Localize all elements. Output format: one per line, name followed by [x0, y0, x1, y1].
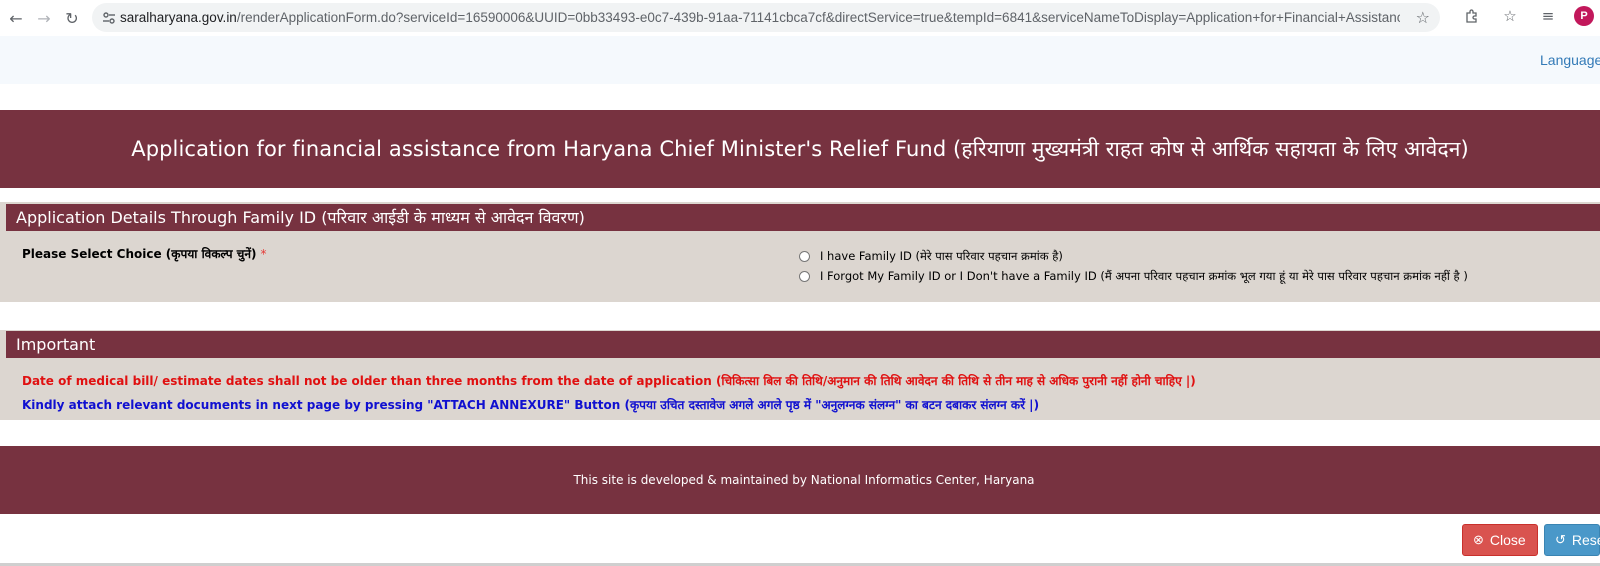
attach-annexure-note: Kindly attach relevant documents in next… — [22, 398, 1040, 412]
choice-label: Please Select Choice (कृपया विकल्प चुनें… — [22, 245, 266, 262]
browser-toolbar: ← → ↻ saralharyana.gov.in/renderApplicat… — [0, 0, 1600, 36]
required-asterisk: * — [260, 247, 267, 261]
address-bar[interactable]: saralharyana.gov.in/renderApplicationFor… — [92, 3, 1440, 32]
family-id-section-heading: Application Details Through Family ID (प… — [6, 204, 1600, 231]
radio-have-family-id[interactable] — [799, 251, 810, 262]
important-section: Important Date of medical bill/ estimate… — [0, 330, 1600, 420]
footer-text: This site is developed & maintained by N… — [573, 473, 1035, 487]
bookmark-star-icon[interactable]: ☆ — [1416, 8, 1430, 27]
site-footer: This site is developed & maintained by N… — [0, 446, 1600, 514]
choice-label-text: Please Select Choice (कृपया विकल्प चुनें… — [22, 247, 257, 261]
close-circle-icon: ⊗ — [1473, 532, 1484, 547]
forward-arrow-icon[interactable]: → — [30, 4, 58, 32]
url-path: /renderApplicationForm.do?serviceId=1659… — [236, 10, 1400, 25]
bookmarks-star-icon[interactable]: ☆ — [1498, 4, 1522, 28]
language-link[interactable]: Language — [1540, 52, 1600, 68]
profile-avatar[interactable]: P — [1574, 6, 1594, 26]
refresh-icon: ↺ — [1555, 532, 1566, 547]
reset-button-label: Rese — [1571, 532, 1600, 548]
radio-no-family-id[interactable] — [799, 271, 810, 282]
option-no-family-id[interactable]: I Forgot My Family ID or I Don't have a … — [799, 269, 1468, 284]
page-title: Application for financial assistance fro… — [131, 137, 1469, 161]
option-have-family-id[interactable]: I have Family ID (मेरे पास परिवार पहचान … — [799, 249, 1063, 264]
extensions-icon[interactable] — [1460, 4, 1484, 28]
close-button[interactable]: ⊗ Close — [1462, 524, 1538, 556]
reset-button[interactable]: ↺ Rese — [1544, 524, 1600, 556]
reload-icon[interactable]: ↻ — [58, 4, 86, 32]
option-no-family-id-label: I Forgot My Family ID or I Don't have a … — [820, 269, 1468, 283]
url-text: saralharyana.gov.in/renderApplicationFor… — [120, 10, 1400, 25]
medical-bill-note: Date of medical bill/ estimate dates sha… — [22, 374, 1196, 388]
option-have-family-id-label: I have Family ID (मेरे पास परिवार पहचान … — [820, 249, 1063, 263]
site-info-icon[interactable] — [98, 11, 120, 25]
back-arrow-icon[interactable]: ← — [2, 4, 30, 32]
close-button-label: Close — [1489, 532, 1526, 548]
url-host: saralharyana.gov.in — [120, 10, 237, 25]
important-section-heading: Important — [6, 331, 1600, 358]
family-id-section: Application Details Through Family ID (प… — [0, 202, 1600, 302]
reading-list-icon[interactable]: ≡ — [1536, 4, 1560, 28]
page-banner: Application for financial assistance fro… — [0, 110, 1600, 188]
language-bar: Language — [0, 36, 1600, 84]
